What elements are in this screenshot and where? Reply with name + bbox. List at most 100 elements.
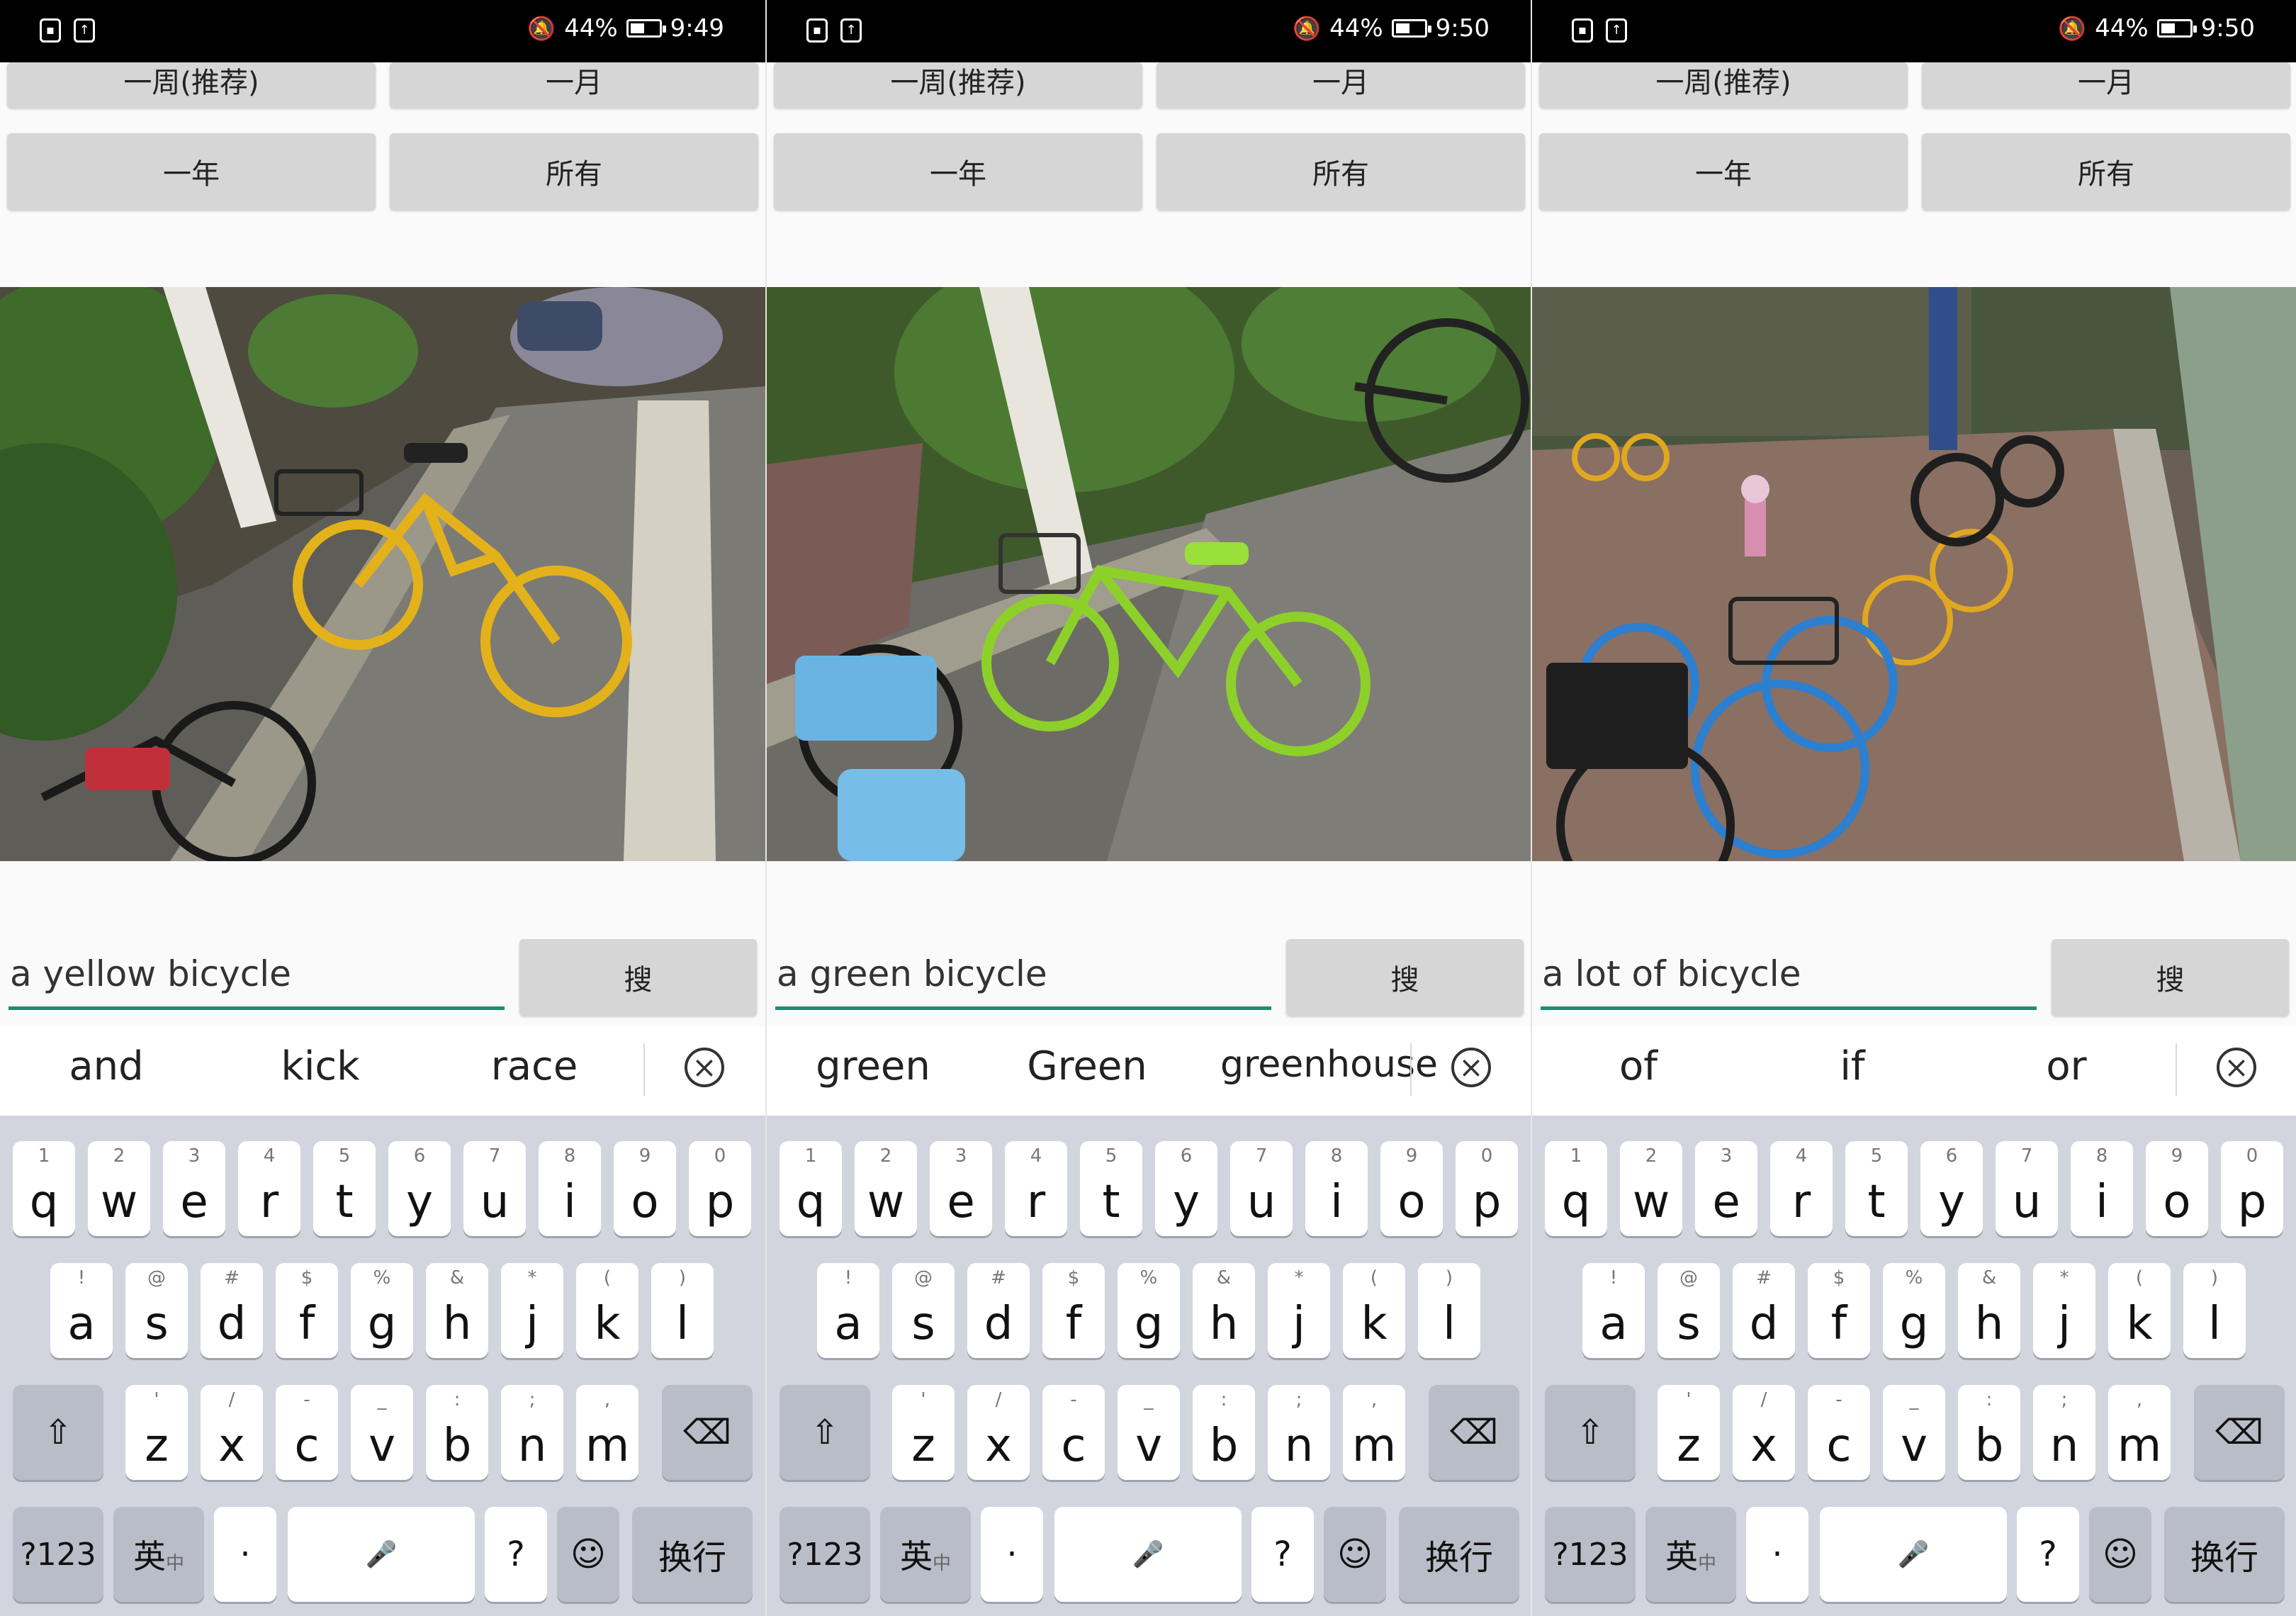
result-photo[interactable]: [767, 287, 1531, 861]
key-p[interactable]: 0p: [1456, 1141, 1518, 1236]
backspace-key[interactable]: ⌫: [2194, 1385, 2285, 1480]
key-w[interactable]: 2w: [1620, 1141, 1682, 1236]
key-k[interactable]: (k: [576, 1263, 638, 1358]
clear-icon[interactable]: ×: [685, 1048, 724, 1087]
emoji-key[interactable]: ☺: [1324, 1507, 1386, 1602]
key-h[interactable]: & h: [1193, 1263, 1255, 1358]
key-f[interactable]: $ f: [1808, 1263, 1870, 1358]
month-button[interactable]: 一月: [390, 62, 758, 108]
key-g[interactable]: % g: [1883, 1263, 1945, 1358]
key-m[interactable]: ,m: [1343, 1385, 1405, 1480]
key-f[interactable]: $ f: [276, 1263, 338, 1358]
key-i[interactable]: 8i: [1305, 1141, 1368, 1236]
key-h[interactable]: & h: [1958, 1263, 2020, 1358]
key-h[interactable]: & h: [426, 1263, 488, 1358]
backspace-key[interactable]: ⌫: [1429, 1385, 1519, 1480]
suggestion-item[interactable]: or: [1996, 1043, 2137, 1089]
week-button[interactable]: 一周(推荐): [7, 62, 376, 108]
dot-key[interactable]: ·: [1746, 1507, 1808, 1602]
key-l[interactable]: ) l: [651, 1263, 714, 1358]
key-k[interactable]: (k: [2108, 1263, 2171, 1358]
numbers-key[interactable]: ?123: [13, 1507, 103, 1602]
emoji-key[interactable]: ☺: [557, 1507, 619, 1602]
numbers-key[interactable]: ?123: [780, 1507, 870, 1602]
key-m[interactable]: ,m: [576, 1385, 638, 1480]
year-button[interactable]: 一年: [1539, 133, 1908, 210]
year-button[interactable]: 一年: [7, 133, 376, 210]
key-q[interactable]: 1q: [780, 1141, 842, 1236]
search-button[interactable]: 搜: [1286, 939, 1524, 1016]
language-key[interactable]: 英中: [1645, 1507, 1736, 1602]
key-c[interactable]: -c: [1808, 1385, 1870, 1480]
key-b[interactable]: :b: [1958, 1385, 2020, 1480]
key-e[interactable]: 3e: [163, 1141, 225, 1236]
enter-key[interactable]: 换行: [2164, 1507, 2285, 1602]
suggestion-item[interactable]: Green: [1016, 1043, 1158, 1089]
key-s[interactable]: @ s: [1658, 1263, 1720, 1358]
suggestion-item[interactable]: greenhouse: [1220, 1043, 1438, 1086]
key-d[interactable]: # d: [967, 1263, 1030, 1358]
key-u[interactable]: 7u: [1996, 1141, 2058, 1236]
key-n[interactable]: ; n: [501, 1385, 563, 1480]
search-input[interactable]: a yellow bicycle: [9, 946, 505, 1010]
week-button[interactable]: 一周(推荐): [1539, 62, 1908, 108]
shift-key[interactable]: ⇧: [780, 1385, 870, 1480]
key-t[interactable]: 5t: [1845, 1141, 1908, 1236]
result-photo[interactable]: [0, 287, 765, 861]
clear-icon[interactable]: ×: [1451, 1048, 1491, 1087]
key-d[interactable]: # d: [1733, 1263, 1795, 1358]
key-i[interactable]: 8i: [539, 1141, 601, 1236]
key-e[interactable]: 3e: [1695, 1141, 1757, 1236]
key-p[interactable]: 0p: [689, 1141, 751, 1236]
key-w[interactable]: 2w: [88, 1141, 150, 1236]
week-button[interactable]: 一周(推荐): [774, 62, 1142, 108]
key-g[interactable]: % g: [351, 1263, 413, 1358]
suggestion-item[interactable]: of: [1568, 1043, 1709, 1089]
key-v[interactable]: _ v: [351, 1385, 413, 1480]
space-key[interactable]: 🎤: [1820, 1507, 2007, 1602]
key-m[interactable]: ,m: [2108, 1385, 2171, 1480]
suggestion-item[interactable]: race: [463, 1043, 605, 1089]
enter-key[interactable]: 换行: [1399, 1507, 1519, 1602]
key-y[interactable]: 6y: [1155, 1141, 1217, 1236]
key-q[interactable]: 1q: [1545, 1141, 1607, 1236]
result-photo[interactable]: [1532, 287, 2296, 861]
key-b[interactable]: :b: [1193, 1385, 1255, 1480]
suggestion-item[interactable]: green: [802, 1043, 944, 1089]
year-button[interactable]: 一年: [774, 133, 1142, 210]
search-input[interactable]: a lot of bicycle: [1541, 946, 2037, 1010]
key-o[interactable]: 9o: [2146, 1141, 2208, 1236]
key-j[interactable]: * j: [501, 1263, 563, 1358]
key-o[interactable]: 9o: [614, 1141, 676, 1236]
key-v[interactable]: _ v: [1118, 1385, 1180, 1480]
key-i[interactable]: 8i: [2071, 1141, 2133, 1236]
shift-key[interactable]: ⇧: [13, 1385, 103, 1480]
key-r[interactable]: 4r: [1770, 1141, 1833, 1236]
all-button[interactable]: 所有: [390, 133, 758, 210]
all-button[interactable]: 所有: [1922, 133, 2290, 210]
dot-key[interactable]: ·: [214, 1507, 276, 1602]
key-u[interactable]: 7u: [1230, 1141, 1293, 1236]
suggestion-item[interactable]: kick: [249, 1043, 391, 1089]
key-p[interactable]: 0p: [2221, 1141, 2283, 1236]
key-z[interactable]: ' z: [1658, 1385, 1720, 1480]
key-n[interactable]: ; n: [2033, 1385, 2095, 1480]
search-button[interactable]: 搜: [519, 939, 757, 1016]
key-x[interactable]: / x: [1733, 1385, 1795, 1480]
key-q[interactable]: 1q: [13, 1141, 75, 1236]
key-c[interactable]: -c: [1042, 1385, 1105, 1480]
suggestion-item[interactable]: and: [35, 1043, 177, 1089]
key-d[interactable]: # d: [201, 1263, 263, 1358]
key-e[interactable]: 3e: [930, 1141, 992, 1236]
key-z[interactable]: ' z: [892, 1385, 955, 1480]
clear-icon[interactable]: ×: [2217, 1048, 2256, 1087]
key-x[interactable]: / x: [967, 1385, 1030, 1480]
key-g[interactable]: % g: [1118, 1263, 1180, 1358]
key-a[interactable]: ! a: [817, 1263, 879, 1358]
key-z[interactable]: ' z: [125, 1385, 188, 1480]
month-button[interactable]: 一月: [1922, 62, 2290, 108]
key-s[interactable]: @ s: [892, 1263, 955, 1358]
key-x[interactable]: / x: [201, 1385, 263, 1480]
enter-key[interactable]: 换行: [632, 1507, 753, 1602]
key-s[interactable]: @ s: [125, 1263, 188, 1358]
